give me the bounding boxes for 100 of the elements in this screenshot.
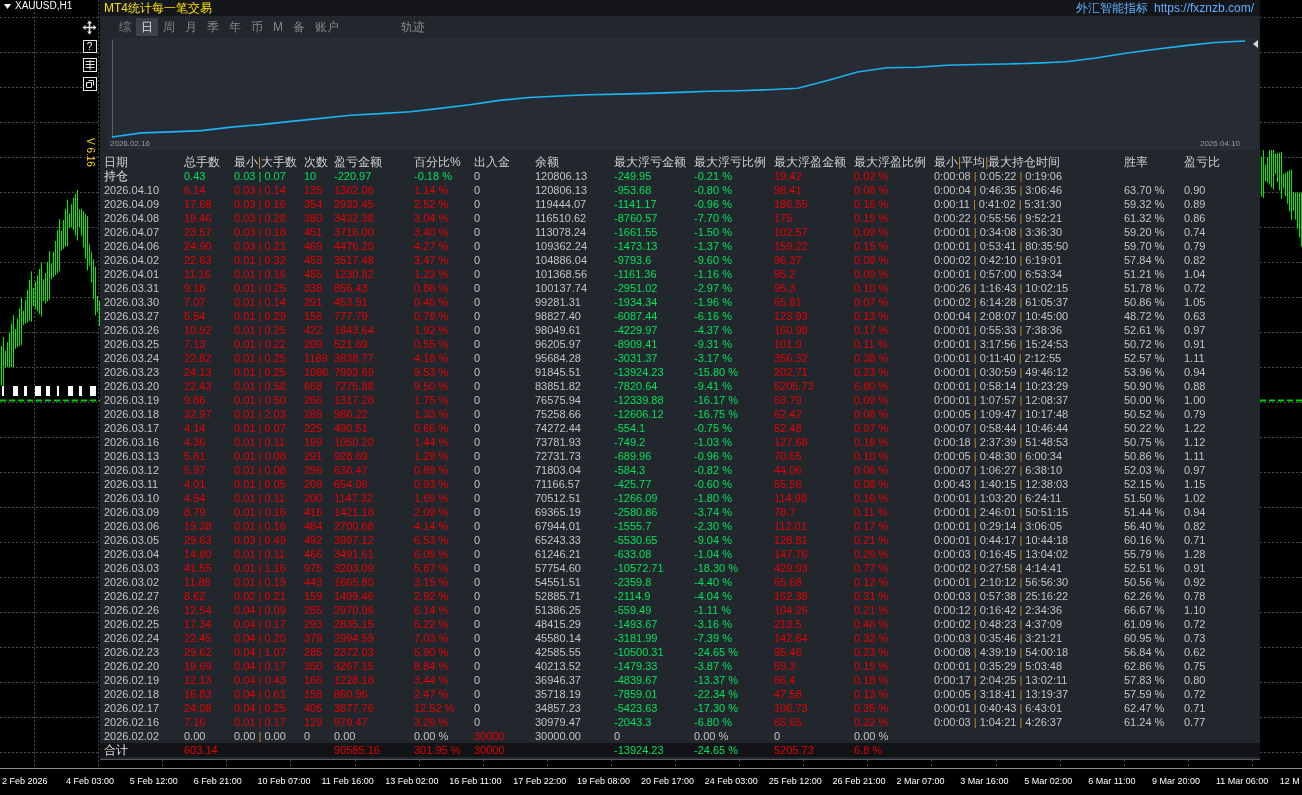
table-cell: 0.07 % bbox=[854, 295, 934, 309]
table-cell: 0 bbox=[474, 393, 535, 407]
table-cell: -4.04 % bbox=[694, 589, 774, 603]
table-cell: -2.30 % bbox=[694, 519, 774, 533]
table-cell: 0 bbox=[474, 617, 535, 631]
table-cell: 2372.03 bbox=[334, 645, 414, 659]
table-cell: 17.34 bbox=[184, 617, 234, 631]
table-cell: 30000 bbox=[474, 729, 535, 743]
table-cell: 0.18 % bbox=[854, 435, 934, 449]
table-cell: -953.68 bbox=[614, 183, 694, 197]
table-cell: 0.43 bbox=[184, 169, 234, 183]
table-cell: 175 bbox=[774, 211, 854, 225]
table-cell: 98.41 bbox=[774, 183, 854, 197]
table-cell: 255 bbox=[304, 603, 334, 617]
tab[interactable]: 备 bbox=[288, 18, 310, 36]
table-cell: 0:00:02 | 0:48:23 | 4:37:09 bbox=[934, 617, 1124, 631]
table-cell: 0:00:01 | 0:58:14 | 10:23:29 bbox=[934, 379, 1124, 393]
tab[interactable]: M bbox=[268, 18, 288, 36]
table-cell: 62.47 % bbox=[1124, 701, 1184, 715]
column-header: 胜率 bbox=[1124, 155, 1184, 169]
table-cell-text: 0.92 bbox=[1184, 575, 1207, 589]
table-cell: 603.14 bbox=[184, 743, 234, 757]
table-cell: 2026.03.16 bbox=[100, 435, 184, 449]
table-cell: -13.37 % bbox=[694, 673, 774, 687]
table-cell: 0.01 | 0.08 bbox=[234, 463, 304, 477]
table-cell: 3267.15 bbox=[334, 659, 414, 673]
table-cell: 0 bbox=[474, 659, 535, 673]
table-cell: 451 bbox=[304, 225, 334, 239]
axis-label: 11 Mar 06:00 bbox=[1215, 775, 1270, 788]
table-cell: -10500.31 bbox=[614, 645, 694, 659]
table-cell-text: 1.12 bbox=[1184, 435, 1207, 449]
table-cell: 0:00:01 | 0:11:40 | 2:12:55 bbox=[934, 351, 1124, 365]
table-cell: 160.98 bbox=[774, 323, 854, 337]
website-link[interactable]: https://fxznzb.com/ bbox=[1153, 0, 1254, 16]
tab[interactable]: 年 bbox=[224, 18, 246, 36]
table-cell: 0 bbox=[474, 407, 535, 421]
move-icon[interactable] bbox=[82, 20, 97, 35]
table-cell: 186.55 bbox=[774, 197, 854, 211]
help-button[interactable]: ? bbox=[82, 40, 97, 53]
table-cell: 61.32 % bbox=[1124, 211, 1184, 225]
table-cell: 4.14 % bbox=[414, 519, 474, 533]
axis-label: 19 Feb 08:00 bbox=[577, 775, 632, 788]
table-cell: 1189 bbox=[304, 351, 334, 365]
table-cell: 0.38 % bbox=[854, 351, 934, 365]
table-cell: 2026.03.31 bbox=[100, 281, 184, 295]
table-cell: -0.18 % bbox=[414, 169, 474, 183]
table-cell: 0.01 | 0.50 bbox=[234, 393, 304, 407]
table-cell: 57754.60 bbox=[535, 561, 614, 575]
table-cell: 2.09 % bbox=[414, 505, 474, 519]
table-cell: 0.21 % bbox=[854, 533, 934, 547]
table-cell: 41.55 bbox=[184, 561, 234, 575]
table-cell: 22.43 bbox=[184, 379, 234, 393]
table-cell: 0 bbox=[474, 533, 535, 547]
symbol-label: XAUUSD,H1 bbox=[15, 0, 73, 12]
table-cell: 379 bbox=[304, 631, 334, 645]
column-header: 最大浮盈金额 bbox=[774, 155, 854, 169]
tab[interactable]: 月 bbox=[180, 18, 202, 36]
tab[interactable]: 周 bbox=[158, 18, 180, 36]
column-header: 最大浮亏金额 bbox=[614, 155, 694, 169]
table-cell-text: 0.75 bbox=[1184, 659, 1207, 673]
table-cell: 354 bbox=[304, 197, 334, 211]
table-cell-text: 1.11 bbox=[1184, 449, 1206, 463]
table-cell-text: 0.97 bbox=[1184, 463, 1207, 477]
table-cell: -2114.9 bbox=[614, 589, 694, 603]
table-cell: 0.09 % bbox=[854, 225, 934, 239]
table-cell-text: 0.79 bbox=[1184, 407, 1207, 421]
tab[interactable]: 综 bbox=[114, 18, 136, 36]
window-icon[interactable] bbox=[82, 77, 97, 91]
table-cell: 986.22 bbox=[334, 407, 414, 421]
table-cell: 0.01 | 0.05 bbox=[234, 477, 304, 491]
table-cell: -8760.57 bbox=[614, 211, 694, 225]
axis-label: 11 Feb 16:00 bbox=[321, 775, 375, 788]
tab[interactable]: 日 bbox=[136, 18, 158, 36]
table-cell: -1493.67 bbox=[614, 617, 694, 631]
table-cell: 112.01 bbox=[774, 519, 854, 533]
table-cell: 0:00:01 | 2:46:01 | 50:51:15 bbox=[934, 505, 1124, 519]
table-cell: 135 bbox=[304, 183, 334, 197]
table-cell-text: 1.02 bbox=[1184, 491, 1207, 505]
table-cell: 59.3 bbox=[774, 659, 854, 673]
table-cell: 0:00:18 | 2:37:39 | 51:48:53 bbox=[934, 435, 1124, 449]
tab[interactable]: 账户 bbox=[310, 18, 344, 36]
table-cell: 0.01 | 0.25 bbox=[234, 351, 304, 365]
table-cell: 2026.03.24 bbox=[100, 351, 184, 365]
tab[interactable]: 轨迹 bbox=[396, 18, 430, 36]
tab[interactable]: 季 bbox=[202, 18, 224, 36]
axis-label: 2 Mar 07:00 bbox=[896, 775, 946, 788]
table-cell: 67944.01 bbox=[535, 519, 614, 533]
table-icon[interactable] bbox=[82, 58, 97, 72]
table-cell: 0.09 % bbox=[854, 267, 934, 281]
tab[interactable]: 币 bbox=[246, 18, 268, 36]
table-cell-text: 1.22 bbox=[1184, 421, 1207, 435]
table-cell: -749.2 bbox=[614, 435, 694, 449]
table-cell: 0.55 % bbox=[414, 337, 474, 351]
table-cell: 29.62 bbox=[184, 645, 234, 659]
table-cell: 2026.04.07 bbox=[100, 225, 184, 239]
caret-icon[interactable] bbox=[4, 3, 11, 9]
table-cell: 2026.02.17 bbox=[100, 701, 184, 715]
table-cell: 76575.94 bbox=[535, 393, 614, 407]
table-cell: 36946.37 bbox=[535, 673, 614, 687]
table-cell: 10 bbox=[304, 169, 334, 183]
